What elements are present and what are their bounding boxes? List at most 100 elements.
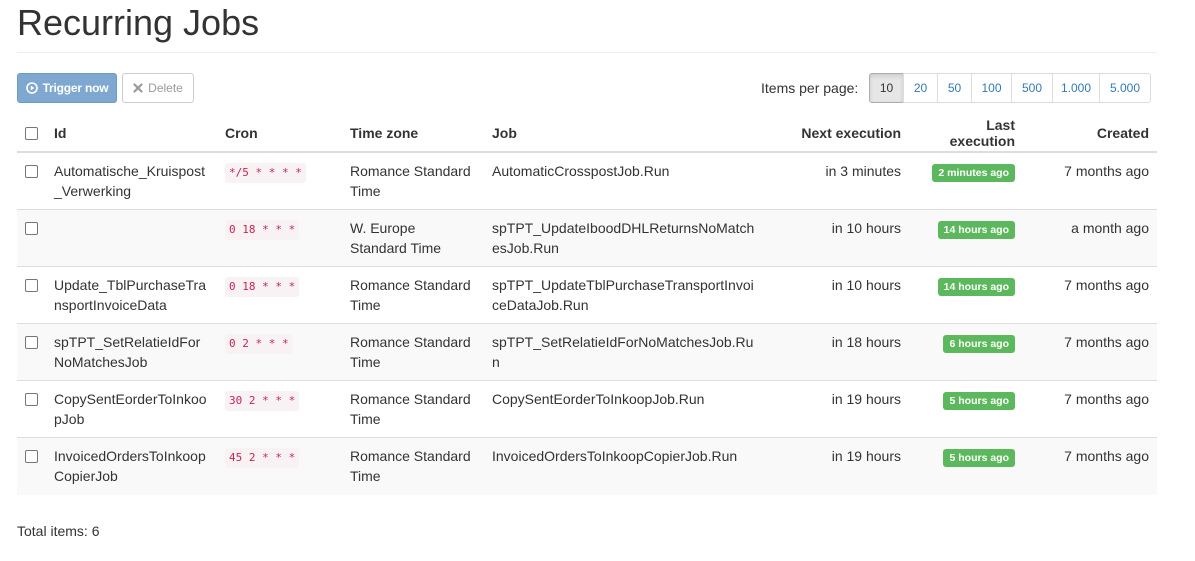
row-select-cell	[17, 152, 46, 210]
header-id[interactable]: Id	[46, 114, 217, 153]
page-size-5000[interactable]: 5.000	[1099, 73, 1151, 103]
created: 7 months ago	[1023, 437, 1157, 495]
created: a month ago	[1023, 209, 1157, 267]
last-execution-cell: 14 hours ago	[909, 266, 1023, 324]
trigger-now-label: Trigger now	[42, 81, 109, 95]
total-items: Total items: 6	[17, 523, 100, 539]
row-select-cell	[17, 380, 46, 438]
header-next-execution[interactable]: Next execution	[766, 114, 909, 153]
job-method: CopySentEorderToInkoopJob.Run	[484, 380, 766, 438]
last-execution-cell: 2 minutes ago	[909, 152, 1023, 210]
page-title: Recurring Jobs	[17, 2, 260, 43]
created: 7 months ago	[1023, 266, 1157, 324]
job-id[interactable]: Automatische_Kruispost_Verwerking	[46, 152, 217, 210]
timezone: Romance Standard Time	[342, 437, 484, 495]
row-select-cell	[17, 437, 46, 495]
title-divider	[17, 52, 1157, 53]
page-size-50[interactable]: 50	[937, 73, 972, 103]
cron-cell: 0 18 * * *	[217, 266, 342, 324]
row-checkbox[interactable]	[25, 336, 38, 349]
job-id[interactable]	[46, 209, 217, 267]
row-checkbox[interactable]	[25, 222, 38, 235]
row-select-cell	[17, 323, 46, 381]
last-execution-badge[interactable]: 2 minutes ago	[932, 164, 1015, 182]
job-method: spTPT_UpdateIboodDHLReturnsNoMatchesJob.…	[484, 209, 766, 267]
table-row[interactable]: Automatische_Kruispost_Verwerking */5 * …	[17, 152, 1157, 210]
row-checkbox[interactable]	[25, 279, 38, 292]
last-execution-badge[interactable]: 5 hours ago	[943, 449, 1015, 467]
timezone: Romance Standard Time	[350, 163, 471, 199]
table-row[interactable]: InvoicedOrdersToInkoopCopierJob 45 2 * *…	[17, 437, 1157, 495]
timezone: Romance Standard Time	[342, 266, 484, 324]
last-execution-badge[interactable]: 5 hours ago	[943, 392, 1015, 410]
last-execution-cell: 5 hours ago	[909, 380, 1023, 438]
delete-label: Delete	[148, 81, 183, 95]
page-size-10[interactable]: 10	[869, 73, 904, 103]
last-execution-badge[interactable]: 14 hours ago	[937, 278, 1015, 296]
timezone: W. Europe Standard Time	[342, 209, 484, 267]
page-size-500[interactable]: 500	[1011, 73, 1053, 103]
table-row[interactable]: Update_TblPurchaseTransportInvoiceData 0…	[17, 266, 1157, 324]
cron-expression: 0 2 * * *	[225, 334, 293, 354]
cron-expression: 0 18 * * *	[225, 277, 300, 297]
timezone: Romance Standard Time	[342, 323, 484, 381]
cron-cell: 0 18 * * *	[217, 209, 342, 267]
next-execution: in 19 hours	[766, 380, 909, 438]
cron-cell: 30 2 * * *	[217, 380, 342, 438]
next-execution: in 10 hours	[766, 266, 909, 324]
header-timezone[interactable]: Time zone	[342, 114, 484, 153]
created: 7 months ago	[1023, 380, 1157, 438]
next-execution: in 19 hours	[766, 437, 909, 495]
last-execution-cell: 5 hours ago	[909, 437, 1023, 495]
select-all-cell	[17, 114, 46, 153]
last-execution-badge[interactable]: 14 hours ago	[937, 221, 1015, 239]
job-id[interactable]: Update_TblPurchaseTransportInvoiceData	[46, 266, 217, 324]
page-size-100[interactable]: 100	[971, 73, 1012, 103]
job-id[interactable]: CopySentEorderToInkoopJob	[46, 380, 217, 438]
job-id[interactable]: InvoicedOrdersToInkoopCopierJob	[46, 437, 217, 495]
items-per-page-label: Items per page:	[761, 80, 859, 96]
cron-cell: 45 2 * * *	[217, 437, 342, 495]
trigger-now-button[interactable]: Trigger now	[17, 73, 117, 103]
recurring-jobs-page: Recurring Jobs Trigger now Delete Items …	[0, 0, 1195, 561]
row-checkbox[interactable]	[25, 393, 38, 406]
cron-expression: 0 18 * * *	[225, 220, 300, 240]
table-row[interactable]: CopySentEorderToInkoopJob 30 2 * * * Rom…	[17, 380, 1157, 438]
next-execution: in 3 minutes	[825, 163, 901, 179]
last-execution-cell: 14 hours ago	[909, 209, 1023, 267]
page-size-selector: 10 20 50 100 500 1.000 5.000	[869, 73, 1151, 103]
timezone: Romance Standard Time	[342, 380, 484, 438]
header-last-execution[interactable]: Last execution	[909, 114, 1023, 153]
delete-button[interactable]: Delete	[122, 73, 194, 103]
page-size-1000[interactable]: 1.000	[1052, 73, 1100, 103]
select-all-checkbox[interactable]	[25, 127, 38, 141]
table-header-row: Id Cron Time zone Job Next execution Las…	[17, 114, 1157, 153]
recurring-jobs-table: Id Cron Time zone Job Next execution Las…	[17, 114, 1157, 495]
job-method: spTPT_UpdateTblPurchaseTransportInvoiceD…	[484, 266, 766, 324]
created: 7 months ago	[1023, 323, 1157, 381]
job-method: spTPT_SetRelatieIdForNoMatchesJob.Run	[484, 323, 766, 381]
last-execution-badge[interactable]: 6 hours ago	[943, 335, 1015, 353]
cron-cell: */5 * * * *	[217, 152, 342, 210]
row-checkbox[interactable]	[25, 165, 38, 178]
close-icon	[133, 83, 143, 93]
row-checkbox[interactable]	[25, 450, 38, 463]
next-execution: in 10 hours	[766, 209, 909, 267]
row-select-cell	[17, 209, 46, 267]
cron-expression: 45 2 * * *	[225, 448, 300, 468]
header-job[interactable]: Job	[484, 114, 766, 153]
table-row[interactable]: spTPT_SetRelatieIdForNoMatchesJob 0 2 * …	[17, 323, 1157, 381]
cron-cell: 0 2 * * *	[217, 323, 342, 381]
cron-expression: */5 * * * *	[225, 163, 306, 183]
last-execution-cell: 6 hours ago	[909, 323, 1023, 381]
table-row[interactable]: 0 18 * * * W. Europe Standard Time spTPT…	[17, 209, 1157, 267]
next-execution: in 18 hours	[766, 323, 909, 381]
page-size-20[interactable]: 20	[903, 73, 938, 103]
job-method: AutomaticCrosspostJob.Run	[492, 163, 670, 179]
cron-expression: 30 2 * * *	[225, 391, 300, 411]
header-cron[interactable]: Cron	[217, 114, 342, 153]
job-id[interactable]: spTPT_SetRelatieIdForNoMatchesJob	[46, 323, 217, 381]
play-circle-icon	[25, 82, 38, 94]
header-created[interactable]: Created	[1023, 114, 1157, 153]
job-method: InvoicedOrdersToInkoopCopierJob.Run	[484, 437, 766, 495]
